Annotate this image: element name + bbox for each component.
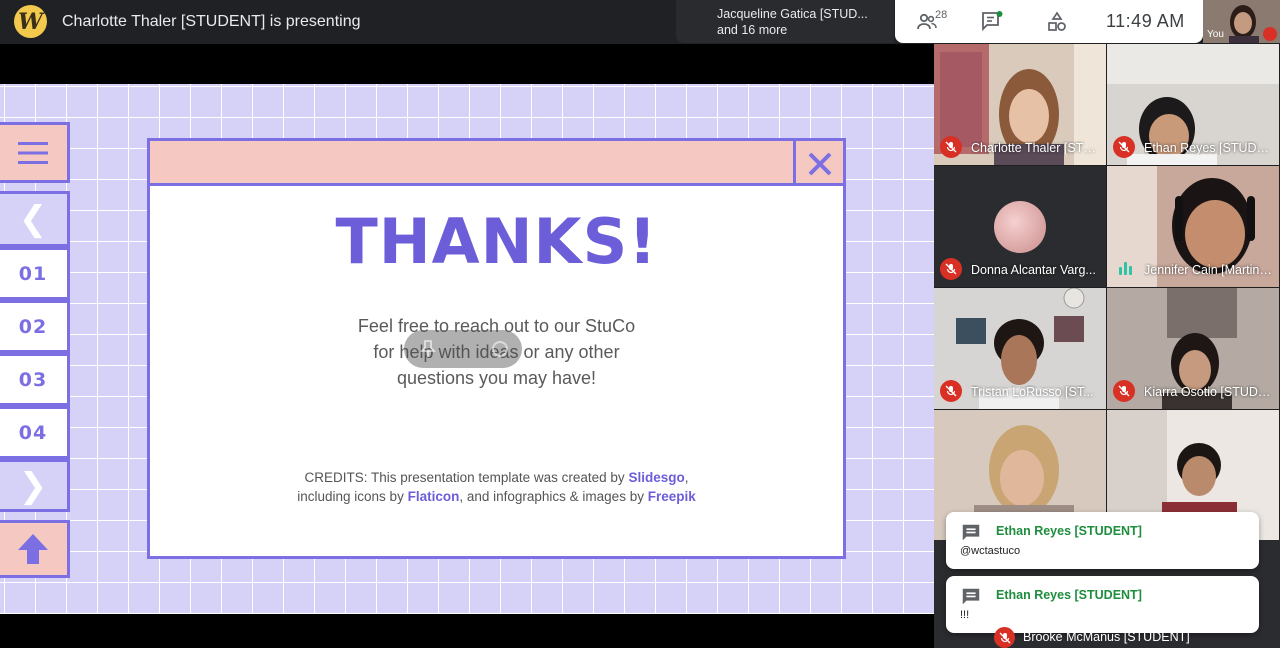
self-view-tile[interactable]: You <box>1203 0 1280 43</box>
chat-sender: Ethan Reyes [STUDENT] <box>996 588 1142 602</box>
credits-text: , and infographics & images by <box>459 489 648 504</box>
slide-body-line: questions you may have! <box>396 368 597 388</box>
participant-label-bottom[interactable]: Brooke McManus [STUDENT] <box>994 627 1254 648</box>
credits-text: , <box>684 470 689 485</box>
close-icon <box>808 152 831 175</box>
participant-name: Kiarra Osotio [STUDE... <box>1144 385 1273 399</box>
flaticon-link[interactable]: Flaticon <box>408 489 460 504</box>
chat-notification[interactable]: Ethan Reyes [STUDENT] !!! <box>946 576 1259 633</box>
presentation-hover-controls <box>404 330 522 368</box>
presenting-status: Charlotte Thaler [STUDENT] is presenting <box>62 13 361 30</box>
school-logo: W <box>14 5 47 38</box>
chat-message-icon <box>962 524 980 541</box>
pin-icon[interactable] <box>420 339 436 359</box>
join-notification-line1: Jacqueline Gatica [STUD... <box>717 7 868 21</box>
self-label: You <box>1207 29 1224 40</box>
slide-title: THANKS! <box>335 205 658 278</box>
participant-name: Charlotte Thaler [STU... <box>971 141 1100 155</box>
mic-muted-icon <box>940 380 962 402</box>
nav-item-02[interactable]: 02 <box>0 300 70 353</box>
participant-tile[interactable]: Kiarra Osotio [STUDE... <box>1107 288 1279 409</box>
participant-tile[interactable]: Donna Alcantar Varg... <box>934 166 1106 287</box>
chat-message-icon <box>962 588 980 605</box>
nav-label: 03 <box>18 368 48 391</box>
nav-item-01[interactable]: 01 <box>0 247 70 300</box>
participant-tile[interactable]: Tristan LoRusso [ST... <box>934 288 1106 409</box>
participant-tile[interactable]: Ethan Reyes [STUDE... <box>1107 44 1279 165</box>
previous-button[interactable]: ❮ <box>0 191 70 247</box>
mic-muted-icon <box>1113 380 1135 402</box>
people-count: 28 <box>935 9 948 21</box>
participant-name: Ethan Reyes [STUDE... <box>1144 141 1273 155</box>
participant-name: Jennifer Cain [Martin ... <box>1144 263 1273 277</box>
nav-label: 01 <box>18 262 48 285</box>
join-notification-line2: and 16 more <box>717 23 788 37</box>
home-button[interactable] <box>0 520 70 578</box>
arrow-up-icon <box>18 534 48 564</box>
mic-muted-icon <box>940 136 962 158</box>
hamburger-icon <box>18 141 48 164</box>
top-bar: W Charlotte Thaler [STUDENT] is presenti… <box>0 0 1280 44</box>
next-button[interactable]: ❯ <box>0 459 70 512</box>
window-title-bar <box>150 141 843 186</box>
remove-from-grid-icon[interactable] <box>492 341 508 357</box>
mic-muted-icon <box>1113 136 1135 158</box>
credits-text: CREDITS: This presentation template was … <box>304 470 629 485</box>
chat-icon[interactable] <box>980 10 1004 34</box>
activities-icon[interactable] <box>1045 10 1069 34</box>
chat-notification[interactable]: Ethan Reyes [STUDENT] @wctastuco <box>946 512 1259 569</box>
participant-name: Brooke McManus [STUDENT] <box>1023 630 1190 644</box>
nav-label: 04 <box>18 421 48 444</box>
clock: 11:49 AM <box>1106 11 1185 31</box>
chat-sender: Ethan Reyes [STUDENT] <box>996 524 1142 538</box>
mic-muted-icon <box>940 258 962 280</box>
menu-button[interactable] <box>0 122 70 183</box>
self-mic-muted-icon[interactable] <box>1263 27 1277 41</box>
participant-name: Tristan LoRusso [ST... <box>971 385 1094 399</box>
chevron-right-icon: ❯ <box>18 465 48 506</box>
participant-name: Donna Alcantar Varg... <box>971 263 1096 277</box>
slide-credits: CREDITS: This presentation template was … <box>150 468 843 506</box>
logo-letter: W <box>18 8 43 35</box>
chat-message: !!! <box>960 609 970 621</box>
chevron-left-icon: ❮ <box>18 199 48 239</box>
mic-muted-icon <box>994 627 1015 648</box>
slidesgo-link[interactable]: Slidesgo <box>628 470 684 485</box>
nav-item-04[interactable]: 04 <box>0 406 70 459</box>
window-close-button[interactable] <box>793 141 843 186</box>
chat-message: @wctastuco <box>960 545 1021 557</box>
speaking-indicator-icon <box>1119 262 1132 275</box>
freepik-link[interactable]: Freepik <box>648 489 696 504</box>
nav-item-03[interactable]: 03 <box>0 353 70 406</box>
nav-label: 02 <box>18 315 48 338</box>
credits-text: including icons by <box>297 489 408 504</box>
join-notification[interactable]: Jacqueline Gatica [STUD... and 16 more <box>676 0 894 43</box>
participant-tile[interactable]: Jennifer Cain [Martin ... <box>1107 166 1279 287</box>
participant-avatar <box>994 201 1046 253</box>
participant-tile[interactable]: Charlotte Thaler [STU... <box>934 44 1106 165</box>
